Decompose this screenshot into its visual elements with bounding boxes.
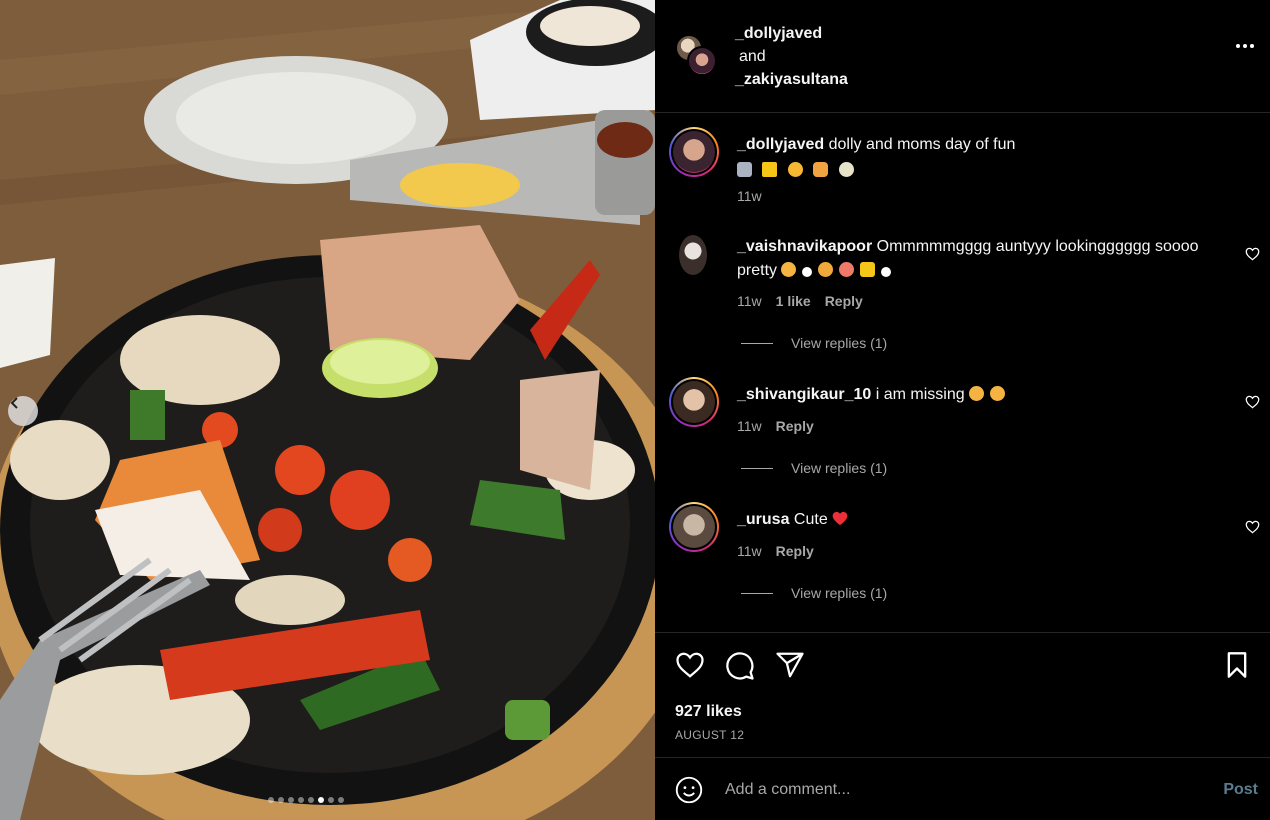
white-heart-icon	[881, 267, 892, 277]
carousel-dot	[278, 797, 284, 803]
hand-emoji-icon	[813, 162, 829, 177]
caption-text: _dollyjaved dolly and moms day of fun	[737, 133, 1217, 183]
flushed-emoji-icon	[969, 386, 985, 401]
chevron-left-icon	[10, 397, 18, 409]
carousel-dot	[338, 797, 344, 803]
view-replies-label: View replies (1)	[791, 335, 888, 351]
post-comment-button[interactable]: Post	[1223, 781, 1258, 799]
emoji-icon	[737, 162, 752, 177]
comment-time[interactable]: 11w	[737, 418, 762, 434]
like-comment-heart-icon[interactable]	[1245, 395, 1260, 409]
view-replies-button[interactable]: View replies (1)	[741, 335, 887, 351]
carousel-dot	[328, 797, 334, 803]
flower-emoji-icon	[838, 162, 854, 177]
caption-body: dolly and moms day of fun	[828, 136, 1016, 153]
more-dot-icon	[1243, 44, 1247, 48]
red-heart-emoji-icon	[832, 511, 848, 526]
reply-button[interactable]: Reply	[776, 543, 814, 559]
emoji-icon	[781, 262, 797, 277]
comment-text: _vaishnavikapoor Ommmmmgggg auntyyy look…	[737, 235, 1217, 283]
carousel-dot	[288, 797, 294, 803]
kiss-emoji-icon	[787, 162, 803, 177]
collab-avatars[interactable]	[675, 34, 719, 78]
post-details-panel: _dollyjaved and _zakiyasultana _dollyjav…	[655, 0, 1270, 820]
and-label: and	[739, 48, 766, 65]
comment-likes-link[interactable]: 1 like	[776, 293, 811, 309]
view-replies-label: View replies (1)	[791, 460, 888, 476]
carousel-indicator	[268, 797, 344, 803]
divider-line	[741, 592, 773, 594]
comment-username[interactable]: _shivangikaur_10	[737, 386, 871, 403]
comment-text: _urusa Cute	[737, 508, 1217, 532]
reply-button[interactable]: Reply	[776, 418, 814, 434]
emoji-picker-icon[interactable]	[675, 776, 703, 804]
comment-time[interactable]: 11w	[737, 188, 762, 204]
view-replies-button[interactable]: View replies (1)	[741, 460, 887, 476]
likes-count[interactable]: 927 likes	[675, 703, 742, 721]
caption-emojis	[737, 159, 1217, 183]
post-header: _dollyjaved and _zakiyasultana	[655, 0, 1270, 113]
white-heart-icon	[802, 267, 813, 277]
post-actions: 927 likes AUGUST 12	[655, 632, 1270, 757]
view-replies-label: View replies (1)	[791, 585, 888, 601]
comment-text: _shivangikaur_10 i am missing	[737, 383, 1217, 407]
reply-button[interactable]: Reply	[825, 293, 863, 309]
divider-line	[741, 467, 773, 469]
comment-username[interactable]: _urusa	[737, 511, 789, 528]
like-comment-heart-icon[interactable]	[1245, 247, 1260, 261]
carousel-dot	[308, 797, 314, 803]
emoji-icon	[818, 262, 834, 277]
username-link[interactable]: _dollyjaved	[735, 22, 848, 45]
comment-input[interactable]	[725, 776, 1195, 804]
comment-time[interactable]: 11w	[737, 293, 762, 309]
like-heart-icon[interactable]	[675, 651, 705, 679]
divider-line	[741, 342, 773, 344]
add-comment-bar: Post	[655, 757, 1270, 820]
commenter-avatar[interactable]	[669, 377, 719, 427]
carousel-dot	[268, 797, 274, 803]
comments-list[interactable]: _dollyjaved dolly and moms day of fun 11…	[655, 113, 1270, 632]
avatar[interactable]	[687, 46, 717, 76]
ok-hand-emoji-icon	[860, 262, 876, 277]
caption-avatar[interactable]	[669, 127, 719, 177]
avatar[interactable]	[679, 235, 707, 275]
comment-meta: 11w Reply	[737, 418, 814, 434]
view-replies-button[interactable]: View replies (1)	[741, 585, 887, 601]
heart-eyes-emoji-icon	[839, 262, 855, 277]
share-send-icon[interactable]	[775, 651, 805, 679]
save-bookmark-icon[interactable]	[1224, 651, 1250, 679]
comment-meta: 11w Reply	[737, 543, 814, 559]
more-dot-icon	[1236, 44, 1240, 48]
comment-time[interactable]: 11w	[737, 543, 762, 559]
carousel-dot-active	[318, 797, 324, 803]
caption-username[interactable]: _dollyjaved	[737, 136, 824, 153]
commenter-avatar[interactable]	[669, 502, 719, 552]
more-dot-icon	[1250, 44, 1254, 48]
carousel-dot	[298, 797, 304, 803]
comment-emojis	[781, 262, 897, 279]
food-photo-illustration	[0, 0, 655, 820]
post-date[interactable]: AUGUST 12	[675, 728, 744, 742]
username-link[interactable]: _zakiyasultana	[735, 68, 848, 91]
sparkles-emoji-icon	[762, 162, 778, 177]
post-photo	[0, 0, 655, 820]
caption-meta: 11w	[737, 188, 762, 204]
like-comment-heart-icon[interactable]	[1245, 520, 1260, 534]
comment-bubble-icon[interactable]	[725, 651, 755, 681]
comment-body: Cute	[793, 511, 828, 528]
comment-meta: 11w 1 like Reply	[737, 293, 863, 309]
comment-username[interactable]: _vaishnavikapoor	[737, 238, 872, 255]
comment-body: i am missing	[875, 386, 965, 403]
flushed-emoji-icon	[990, 386, 1006, 401]
previous-image-button[interactable]	[8, 396, 38, 426]
more-options-button[interactable]	[1236, 44, 1254, 48]
collab-usernames: _dollyjaved and _zakiyasultana	[735, 22, 848, 91]
